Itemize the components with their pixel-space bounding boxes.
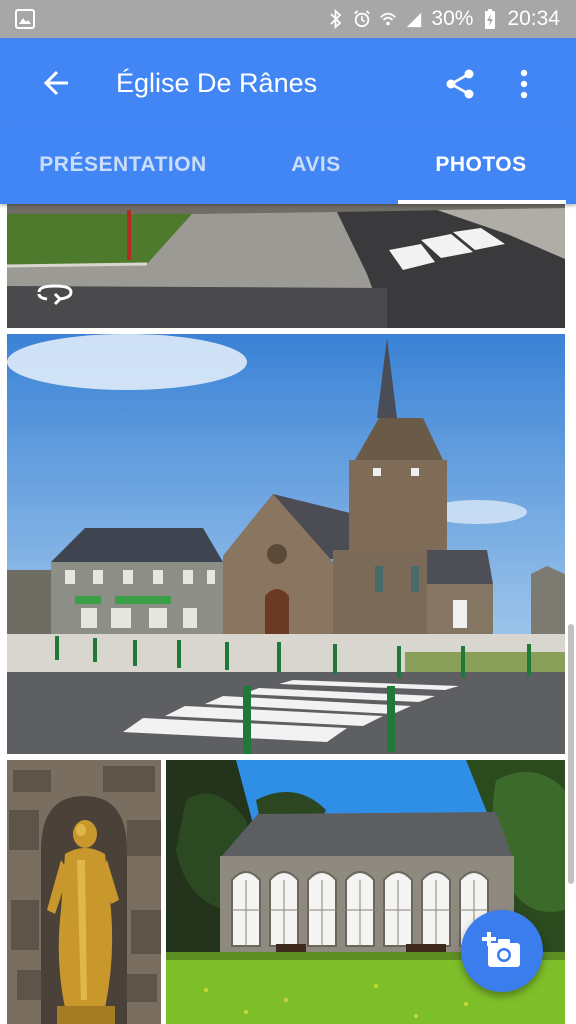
gallery-notification-icon: [14, 8, 36, 30]
arrow-back-icon: [43, 70, 68, 96]
photo-gallery: [0, 204, 576, 1024]
back-button[interactable]: [34, 60, 80, 106]
wifi-icon: [379, 8, 397, 30]
alarm-icon: [353, 8, 371, 30]
add-photo-icon: [482, 932, 520, 967]
app-bar: Église De Rânes: [0, 38, 576, 128]
battery-percent: 30%: [431, 7, 474, 30]
share-button[interactable]: [436, 60, 484, 108]
status-bar: 30% 20:34: [0, 0, 576, 38]
360-icon: [33, 282, 77, 312]
photo-street-corner[interactable]: [7, 204, 565, 328]
battery-charging-icon: [481, 8, 499, 30]
tab-presentation[interactable]: PRÉSENTATION: [0, 128, 246, 204]
bluetooth-icon: [327, 8, 345, 30]
page-title: Église De Rânes: [116, 68, 318, 98]
add-photo-button[interactable]: [461, 910, 543, 992]
tab-avis[interactable]: AVIS: [246, 128, 386, 204]
photo-church-square[interactable]: [7, 334, 565, 754]
tab-bar: PRÉSENTATION AVIS PHOTOS: [0, 128, 576, 204]
photo-golden-statue[interactable]: [7, 760, 161, 1024]
active-tab-indicator: [398, 200, 566, 204]
share-icon: [446, 69, 474, 99]
scrollbar[interactable]: [568, 624, 574, 884]
more-vert-icon: [520, 69, 528, 99]
tab-photos[interactable]: PHOTOS: [398, 128, 564, 204]
signal-icon: [405, 8, 423, 30]
more-options-button[interactable]: [504, 60, 544, 108]
clock: 20:34: [507, 7, 560, 30]
